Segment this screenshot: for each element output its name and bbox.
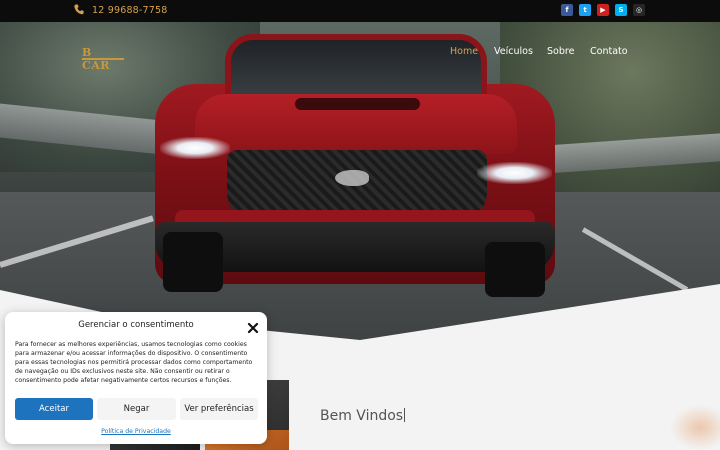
- headlight: [160, 137, 230, 159]
- phone-icon: [74, 4, 84, 16]
- decorative-image: [670, 405, 720, 450]
- headlight: [477, 162, 552, 184]
- section-heading: Bem Vindos: [320, 408, 406, 424]
- hero-car-image: [155, 32, 555, 297]
- top-bar: 12 99688-7758 f t ▶ S ◎: [0, 0, 720, 22]
- dialog-message: Para fornecer as melhores experiências, …: [15, 341, 253, 384]
- facebook-icon[interactable]: f: [561, 4, 573, 16]
- typing-cursor: [404, 408, 406, 422]
- site-logo[interactable]: B CAR: [82, 44, 124, 72]
- nav-home[interactable]: Home: [450, 46, 478, 58]
- dialog-title: Gerenciar o consentimento: [78, 320, 194, 330]
- preferences-button[interactable]: Ver preferências: [180, 398, 258, 420]
- phone-contact[interactable]: 12 99688-7758: [74, 4, 168, 16]
- twitter-icon[interactable]: t: [579, 4, 591, 16]
- deny-button[interactable]: Negar: [97, 398, 176, 420]
- youtube-icon[interactable]: ▶: [597, 4, 609, 16]
- skype-icon[interactable]: S: [615, 4, 627, 16]
- nav-contato[interactable]: Contato: [590, 46, 628, 58]
- phone-number: 12 99688-7758: [92, 4, 168, 16]
- close-icon[interactable]: [247, 319, 259, 334]
- nav-sobre[interactable]: Sobre: [547, 46, 574, 58]
- instagram-icon[interactable]: ◎: [633, 4, 645, 16]
- social-links: f t ▶ S ◎: [561, 4, 645, 16]
- page: 12 99688-7758 f t ▶ S ◎ B CAR Home Veícu…: [0, 0, 720, 450]
- privacy-policy-link[interactable]: Política de Privacidade: [5, 428, 267, 435]
- car-emblem: [335, 170, 369, 186]
- cookie-consent-dialog: Gerenciar o consentimento Para fornecer …: [5, 312, 267, 444]
- nav-veiculos[interactable]: Veículos: [494, 46, 533, 58]
- accept-button[interactable]: Aceitar: [15, 398, 93, 420]
